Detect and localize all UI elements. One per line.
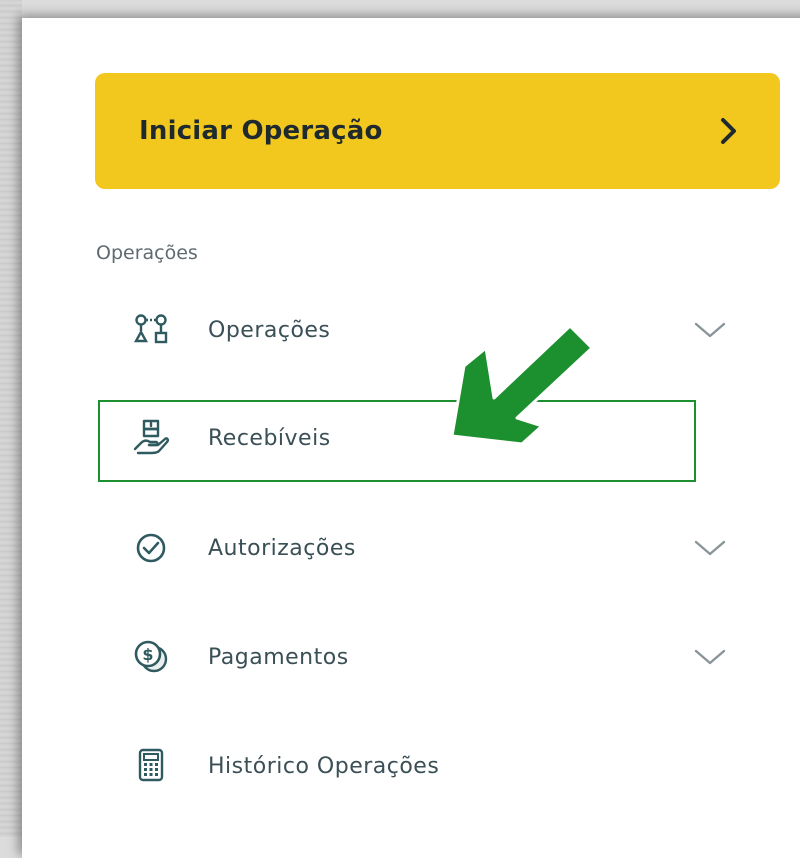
chevron-down-icon	[694, 649, 726, 665]
check-circle-icon	[136, 533, 166, 563]
chevron-down-icon	[694, 540, 726, 556]
menu-label: Autorizações	[208, 535, 356, 561]
section-title: Operações	[96, 242, 198, 264]
svg-text:$: $	[142, 645, 153, 664]
menu-label: Operações	[208, 317, 331, 343]
chevron-right-icon	[721, 118, 736, 144]
calculator-icon	[138, 748, 164, 782]
start-operation-button[interactable]: Iniciar Operação	[95, 73, 780, 189]
chevron-down-icon	[694, 322, 726, 338]
menu-item-autorizacoes[interactable]: Autorizações	[132, 520, 752, 576]
expand-autorizacoes-button[interactable]	[674, 517, 746, 579]
dollar-coin-icon: $	[134, 640, 168, 673]
menu-label: Histórico Operações	[208, 753, 440, 779]
expand-operacoes-button[interactable]	[674, 299, 746, 361]
start-operation-label: Iniciar Operação	[139, 116, 383, 146]
menu-label: Pagamentos	[208, 644, 349, 670]
menu-item-historico-operacoes[interactable]: Histórico Operações	[132, 738, 752, 794]
menu-item-pagamentos[interactable]: $ Pagamentos	[132, 629, 752, 685]
sidebar-panel: Iniciar Operação Operações Operações Rec…	[22, 18, 800, 858]
annotation-arrow-icon	[450, 324, 594, 446]
workflow-icon	[133, 314, 168, 344]
expand-pagamentos-button[interactable]	[674, 626, 746, 688]
background-edge	[0, 0, 22, 837]
